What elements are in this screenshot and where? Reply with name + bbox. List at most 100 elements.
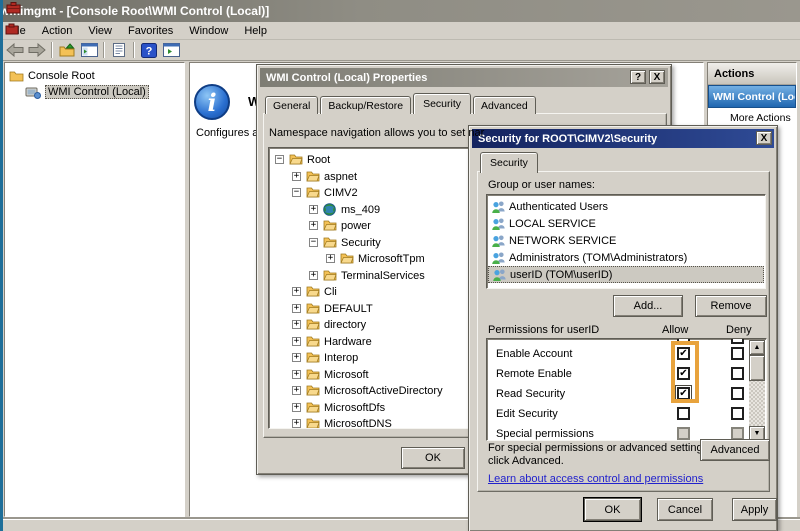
svg-text:?: ?: [146, 45, 153, 57]
folder-icon: [306, 186, 320, 198]
scroll-up-icon[interactable]: ▲: [749, 340, 765, 355]
security-dialog-titlebar[interactable]: Security for ROOT\CIMV2\Security: [472, 129, 774, 148]
tree-expand-icon[interactable]: +: [326, 254, 335, 263]
tree-item-label: MicrosoftTpm: [358, 253, 425, 265]
tree-expand-icon[interactable]: +: [309, 221, 318, 230]
cancel-button[interactable]: Cancel: [657, 498, 713, 521]
deny-checkbox[interactable]: [731, 367, 744, 380]
folder-icon: [306, 368, 320, 380]
info-icon: i: [194, 84, 230, 120]
toolbar: ?: [0, 40, 800, 61]
tree-collapse-icon[interactable]: −: [292, 188, 301, 197]
tree-expand-icon[interactable]: +: [292, 304, 301, 313]
back-icon[interactable]: [4, 41, 26, 59]
tree-item-label: Console Root: [28, 70, 95, 82]
user-name-label: userID (TOM\userID): [510, 269, 612, 281]
tree-item-label: MicrosoftDfs: [324, 402, 385, 414]
tab-general[interactable]: General: [265, 96, 318, 114]
tree-expand-icon[interactable]: +: [292, 419, 301, 428]
deny-checkbox[interactable]: [731, 407, 744, 420]
actions-header: Actions: [708, 63, 796, 85]
console-window-icon[interactable]: [5, 23, 19, 35]
scrollbar-thumb[interactable]: [749, 355, 765, 381]
menu-view[interactable]: View: [80, 23, 120, 39]
tree-expand-icon[interactable]: +: [292, 353, 301, 362]
tree-expand-icon[interactable]: +: [292, 403, 301, 412]
allow-column-header: Allow: [662, 324, 688, 336]
close-icon[interactable]: X: [649, 70, 665, 84]
users-icon: [492, 268, 507, 281]
tree-item-label: Cli: [324, 286, 337, 298]
permission-row: Edit Security: [487, 407, 766, 425]
properties-icon[interactable]: [108, 41, 130, 59]
tree-item-label: MicrosoftActiveDirectory: [324, 385, 443, 397]
tree-item-label: Interop: [324, 352, 358, 364]
deny-checkbox[interactable]: [731, 387, 744, 400]
user-list-item[interactable]: userID (TOM\userID): [488, 266, 764, 283]
tree-item-console-root[interactable]: Console Root: [9, 68, 95, 84]
toolbar-separator: [103, 42, 105, 58]
deny-checkbox[interactable]: [731, 347, 744, 360]
tree-expand-icon[interactable]: +: [292, 370, 301, 379]
menu-bar: FileActionViewFavoritesWindowHelp: [0, 22, 800, 40]
user-list-item[interactable]: Authenticated Users: [488, 198, 764, 215]
window-title: wmimgmt - [Console Root\WMI Control (Loc…: [0, 4, 269, 18]
menu-favorites[interactable]: Favorites: [120, 23, 181, 39]
menu-window[interactable]: Window: [181, 23, 236, 39]
help-button[interactable]: ?: [630, 70, 646, 84]
tree-expand-icon[interactable]: +: [309, 205, 318, 214]
tree-item-wmi-control[interactable]: WMI Control (Local): [25, 84, 149, 100]
ok-button[interactable]: OK: [401, 447, 465, 469]
folder-icon: [306, 384, 320, 396]
menu-action[interactable]: Action: [34, 23, 81, 39]
tab-advanced[interactable]: Advanced: [473, 96, 536, 114]
tree-item-label: power: [341, 220, 371, 232]
user-name-label: Authenticated Users: [509, 201, 608, 213]
export-list-icon[interactable]: [56, 41, 78, 59]
folder-icon: [306, 335, 320, 347]
deny-column-header: Deny: [726, 324, 752, 336]
apply-button[interactable]: Apply: [732, 498, 777, 521]
actions-context-bar[interactable]: WMI Control (Loca: [708, 85, 796, 108]
add-button[interactable]: Add...: [613, 295, 683, 317]
menu-help[interactable]: Help: [236, 23, 275, 39]
tree-item-label: directory: [324, 319, 366, 331]
tree-expand-icon[interactable]: +: [292, 386, 301, 395]
user-list-item[interactable]: NETWORK SERVICE: [488, 232, 764, 249]
show-tree-icon[interactable]: [78, 41, 100, 59]
tree-expand-icon[interactable]: +: [292, 287, 301, 296]
access-control-link[interactable]: Learn about access control and permissio…: [488, 473, 703, 485]
help-icon[interactable]: ?: [138, 41, 160, 59]
user-list-item[interactable]: LOCAL SERVICE: [488, 215, 764, 232]
remove-button[interactable]: Remove: [695, 295, 767, 317]
tab-security[interactable]: Security: [480, 152, 538, 173]
folder-icon: [289, 153, 303, 165]
tree-expand-icon[interactable]: +: [292, 337, 301, 346]
folder-icon: [306, 285, 320, 297]
tree-expand-icon[interactable]: +: [309, 271, 318, 280]
tree-item-label: TerminalServices: [341, 270, 425, 282]
folder-icon: [323, 219, 337, 231]
tab-security[interactable]: Security: [413, 93, 471, 114]
close-icon[interactable]: X: [756, 131, 772, 145]
user-list-item[interactable]: Administrators (TOM\Administrators): [488, 249, 764, 266]
folder-icon: [306, 401, 320, 413]
folder-icon: [340, 252, 354, 264]
tree-item-label: ms_409: [341, 204, 380, 216]
forward-icon[interactable]: [26, 41, 48, 59]
new-window-icon[interactable]: [160, 41, 182, 59]
tree-collapse-icon[interactable]: −: [275, 155, 284, 164]
folder-icon: [9, 70, 24, 82]
allow-checkbox[interactable]: [677, 407, 690, 420]
tab-backup-restore[interactable]: Backup/Restore: [320, 96, 411, 114]
properties-dialog-title: WMI Control (Local) Properties: [266, 72, 427, 84]
permission-name: Edit Security: [496, 408, 558, 420]
advanced-button[interactable]: Advanced: [700, 439, 770, 461]
tree-expand-icon[interactable]: +: [292, 172, 301, 181]
tree-collapse-icon[interactable]: −: [309, 238, 318, 247]
permissions-scrollbar[interactable]: ▲ ▼: [749, 340, 765, 441]
ok-button[interactable]: OK: [584, 498, 641, 521]
allow-checkbox[interactable]: [677, 427, 690, 440]
tree-expand-icon[interactable]: +: [292, 320, 301, 329]
properties-dialog-titlebar[interactable]: WMI Control (Local) Properties: [260, 68, 668, 87]
